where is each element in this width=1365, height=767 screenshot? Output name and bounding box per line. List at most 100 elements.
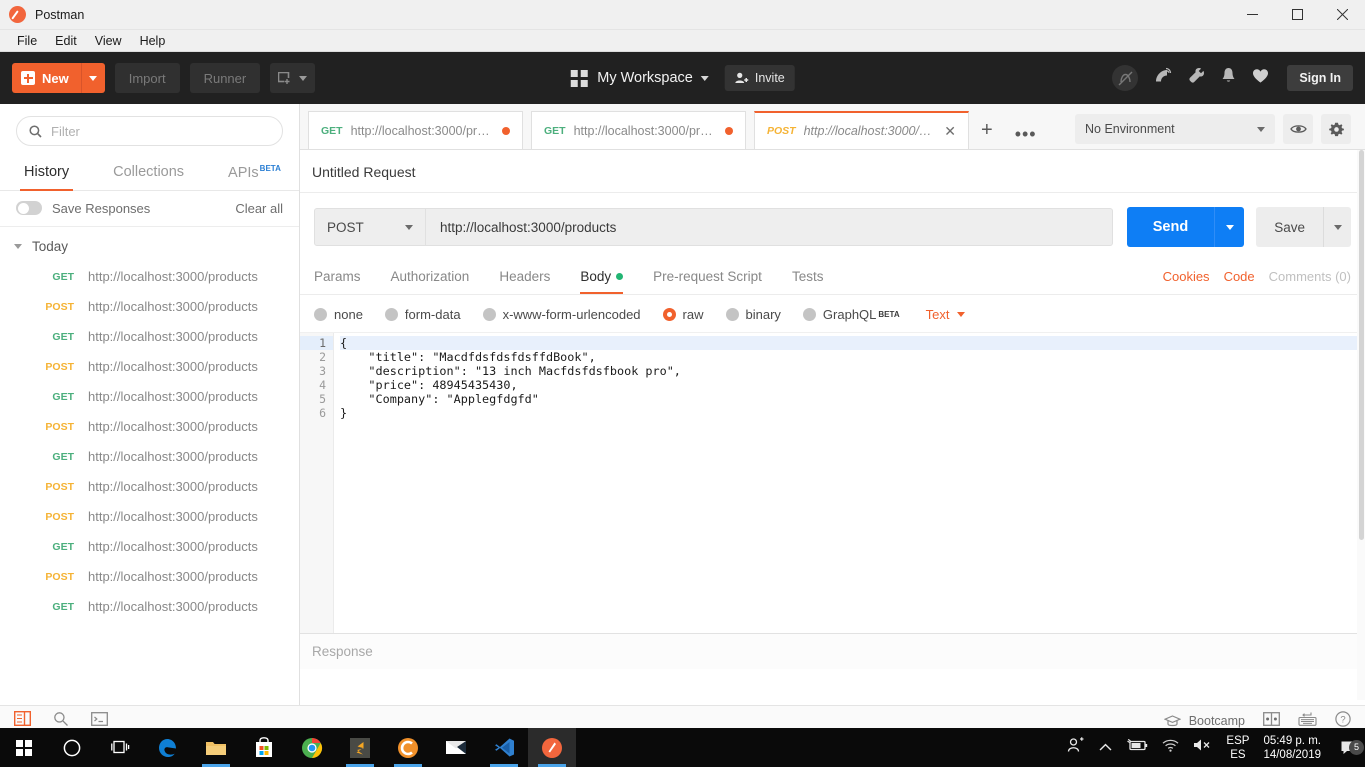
interceptor-off-icon[interactable] (1112, 65, 1139, 91)
sync-status-icon[interactable] (1154, 67, 1172, 89)
action-center-button[interactable]: 5 (1335, 739, 1364, 756)
new-button[interactable]: New (12, 63, 81, 93)
close-button[interactable] (1320, 0, 1365, 30)
request-tab-1[interactable]: GET http://localhost:3000/products (308, 111, 523, 149)
menu-view[interactable]: View (86, 30, 131, 52)
settings-wrench-icon[interactable] (1188, 67, 1205, 89)
cookies-link[interactable]: Cookies (1163, 269, 1210, 284)
volume-muted-icon[interactable] (1193, 738, 1212, 757)
body-type-raw-label: raw (682, 307, 704, 322)
new-dropdown-button[interactable] (80, 63, 105, 93)
tab-params[interactable]: Params (314, 259, 361, 294)
mail-button[interactable] (432, 728, 480, 767)
battery-icon[interactable] (1126, 738, 1148, 757)
list-item[interactable]: GET http://localhost:3000/products (0, 442, 299, 472)
new-tab-button[interactable]: + (969, 111, 1005, 149)
file-explorer-button[interactable] (192, 728, 240, 767)
list-item[interactable]: POST http://localhost:3000/products (0, 562, 299, 592)
c-app-button[interactable] (384, 728, 432, 767)
list-item[interactable]: GET http://localhost:3000/products (0, 382, 299, 412)
sign-in-button[interactable]: Sign In (1287, 65, 1353, 91)
sidebar-tab-history-label: History (24, 164, 70, 180)
send-button[interactable]: Send (1126, 207, 1215, 247)
list-item[interactable]: GET http://localhost:3000/products (0, 532, 299, 562)
page-scrollbar[interactable] (1357, 150, 1365, 700)
sidebar-tab-collections[interactable]: Collections (113, 156, 184, 190)
task-view-button[interactable] (96, 728, 144, 767)
body-type-form-data[interactable]: form-data (384, 307, 461, 322)
favorites-heart-icon[interactable] (1252, 68, 1269, 89)
tab-body[interactable]: Body (580, 259, 624, 294)
people-icon[interactable] (1067, 737, 1085, 758)
code-link[interactable]: Code (1224, 269, 1255, 284)
save-responses-toggle[interactable] (16, 201, 42, 216)
import-button[interactable]: Import (114, 63, 180, 93)
body-type-urlencoded[interactable]: x-www-form-urlencoded (482, 307, 641, 322)
vscode-button[interactable] (480, 728, 528, 767)
list-item[interactable]: POST http://localhost:3000/products (0, 292, 299, 322)
postman-taskbar-button[interactable] (528, 728, 576, 767)
environment-select[interactable]: No Environment (1075, 114, 1275, 144)
show-hidden-icons-button[interactable] (1099, 739, 1112, 757)
list-item[interactable]: POST http://localhost:3000/products (0, 352, 299, 382)
language-indicator[interactable]: ESP ES (1226, 734, 1249, 762)
tab-options-button[interactable]: ••• (1005, 119, 1047, 149)
cortana-button[interactable] (48, 728, 96, 767)
new-window-button[interactable] (270, 63, 316, 93)
tab-headers-label: Headers (499, 269, 551, 284)
body-format-select[interactable]: Text (926, 307, 974, 322)
sublime-text-button[interactable] (336, 728, 384, 767)
filter-box[interactable] (16, 116, 283, 146)
list-item[interactable]: GET http://localhost:3000/products (0, 322, 299, 352)
menu-edit[interactable]: Edit (46, 30, 86, 52)
tab-authorization[interactable]: Authorization (391, 259, 470, 294)
environment-quick-look-button[interactable] (1283, 114, 1313, 144)
save-options-button[interactable] (1323, 207, 1351, 247)
history-group-today[interactable]: Today (0, 227, 299, 262)
notifications-bell-icon[interactable] (1221, 67, 1236, 89)
body-editor[interactable]: 1 2 3 4 5 6 { "title": "Macdfdsfdsfdsffd… (300, 332, 1365, 633)
list-item[interactable]: POST http://localhost:3000/products (0, 502, 299, 532)
maximize-button[interactable] (1275, 0, 1320, 30)
close-icon[interactable]: ✕ (944, 124, 956, 138)
list-item[interactable]: POST http://localhost:3000/products (0, 412, 299, 442)
method-select[interactable]: POST (314, 208, 426, 246)
body-type-urlencoded-label: x-www-form-urlencoded (502, 307, 641, 322)
list-item[interactable]: POST http://localhost:3000/products (0, 472, 299, 502)
microsoft-store-button[interactable] (240, 728, 288, 767)
start-button[interactable] (0, 728, 48, 767)
edge-button[interactable] (144, 728, 192, 767)
body-type-none[interactable]: none (314, 307, 363, 322)
list-item[interactable]: GET http://localhost:3000/products (0, 592, 299, 622)
list-item[interactable]: GET http://localhost:3000/products (0, 262, 299, 292)
tab-headers[interactable]: Headers (499, 259, 550, 294)
url-input[interactable] (426, 208, 1113, 246)
invite-button[interactable]: Invite (724, 65, 795, 91)
request-tab-3[interactable]: POST http://localhost:3000/products ✕ (754, 111, 969, 149)
body-type-graphql[interactable]: GraphQL BETA (802, 307, 900, 322)
runner-button[interactable]: Runner (189, 63, 261, 93)
chrome-button[interactable] (288, 728, 336, 767)
minimize-button[interactable] (1230, 0, 1275, 30)
body-type-binary[interactable]: binary (725, 307, 781, 322)
save-button[interactable]: Save (1256, 207, 1323, 247)
clear-all-button[interactable]: Clear all (235, 201, 283, 216)
tab-tests[interactable]: Tests (792, 259, 824, 294)
comments-link[interactable]: Comments (0) (1269, 269, 1351, 284)
menu-file[interactable]: File (8, 30, 46, 52)
wifi-icon[interactable] (1162, 739, 1179, 757)
menu-help[interactable]: Help (131, 30, 175, 52)
send-options-button[interactable] (1214, 207, 1245, 247)
settings-button[interactable] (1321, 114, 1351, 144)
body-type-raw[interactable]: raw (662, 307, 704, 322)
bootcamp-button[interactable]: Bootcamp (1163, 714, 1245, 728)
sidebar-tab-apis[interactable]: APIsBETA (228, 156, 281, 190)
tab-pre-request-script[interactable]: Pre-request Script (653, 259, 762, 294)
editor-content[interactable]: { "title": "MacdfdsfdsfdsffdBook", "desc… (334, 333, 1359, 633)
clock[interactable]: 05:49 p. m. 14/08/2019 (1263, 734, 1321, 762)
workspace-selector[interactable]: My Workspace Invite (570, 65, 795, 91)
request-tab-2[interactable]: GET http://localhost:3000/products (531, 111, 746, 149)
filter-input[interactable] (51, 123, 270, 139)
sidebar: History Collections APIsBETA Save Respon… (0, 104, 300, 705)
sidebar-tab-history[interactable]: History (19, 156, 74, 191)
